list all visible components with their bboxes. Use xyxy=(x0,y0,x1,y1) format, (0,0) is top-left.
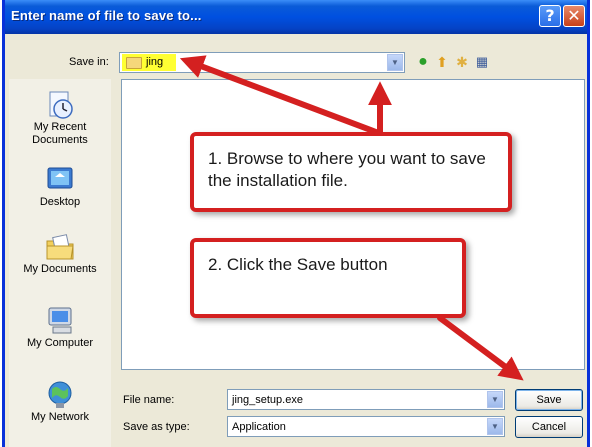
save-as-type-value: Application xyxy=(232,421,286,433)
my-documents-icon xyxy=(43,231,77,263)
save-as-type-label: Save as type: xyxy=(123,421,190,433)
up-folder-icon[interactable]: ⬆ xyxy=(433,53,451,71)
save-button[interactable]: Save xyxy=(515,389,583,411)
dialog-title: Enter name of file to save to... xyxy=(11,8,202,23)
save-in-label: Save in: xyxy=(69,56,109,68)
save-in-dropdown[interactable]: jing ▼ xyxy=(119,52,405,73)
place-label: My Computer xyxy=(26,337,94,349)
save-dialog-window: Enter name of file to save to... ? ✕ Sav… xyxy=(2,0,590,447)
cancel-button[interactable]: Cancel xyxy=(515,416,583,438)
views-menu-icon[interactable]: ▦ xyxy=(473,53,491,71)
place-my-computer[interactable]: My Computer xyxy=(9,305,111,350)
back-icon[interactable]: ● xyxy=(414,53,432,71)
new-folder-icon[interactable]: ✱ xyxy=(453,53,471,71)
place-my-recent-documents[interactable]: My Recent Documents xyxy=(9,89,111,147)
title-bar[interactable]: Enter name of file to save to... ? ✕ xyxy=(5,0,587,34)
chevron-down-icon[interactable]: ▼ xyxy=(387,54,403,71)
recent-documents-icon xyxy=(43,89,77,121)
file-list-view[interactable] xyxy=(121,79,585,370)
file-name-label: File name: xyxy=(123,394,175,406)
folder-icon xyxy=(126,57,142,69)
annotation-callout-save: 2. Click the Save button xyxy=(190,238,466,318)
place-label: My Documents xyxy=(23,263,97,275)
place-desktop[interactable]: Desktop xyxy=(9,164,111,209)
file-name-value: jing_setup.exe xyxy=(232,394,303,406)
places-bar: My Recent Documents Desktop My Documents… xyxy=(9,79,111,447)
close-button[interactable]: ✕ xyxy=(563,5,585,27)
place-label: Desktop xyxy=(39,196,81,208)
place-my-documents[interactable]: My Documents xyxy=(9,231,111,276)
chevron-down-icon[interactable]: ▼ xyxy=(487,418,503,435)
my-network-icon xyxy=(43,379,77,411)
save-in-value: jing xyxy=(146,56,164,68)
chevron-down-icon[interactable]: ▼ xyxy=(487,391,503,408)
help-button[interactable]: ? xyxy=(539,5,561,27)
annotation-callout-browse: 1. Browse to where you want to save the … xyxy=(190,132,512,212)
desktop-icon xyxy=(43,164,77,196)
place-label: My Recent Documents xyxy=(32,121,88,146)
place-label: My Network xyxy=(30,411,90,423)
save-as-type-dropdown[interactable]: Application ▼ xyxy=(227,416,505,437)
my-computer-icon xyxy=(43,305,77,337)
place-my-network[interactable]: My Network xyxy=(9,379,111,424)
file-name-input[interactable]: jing_setup.exe ▼ xyxy=(227,389,505,410)
